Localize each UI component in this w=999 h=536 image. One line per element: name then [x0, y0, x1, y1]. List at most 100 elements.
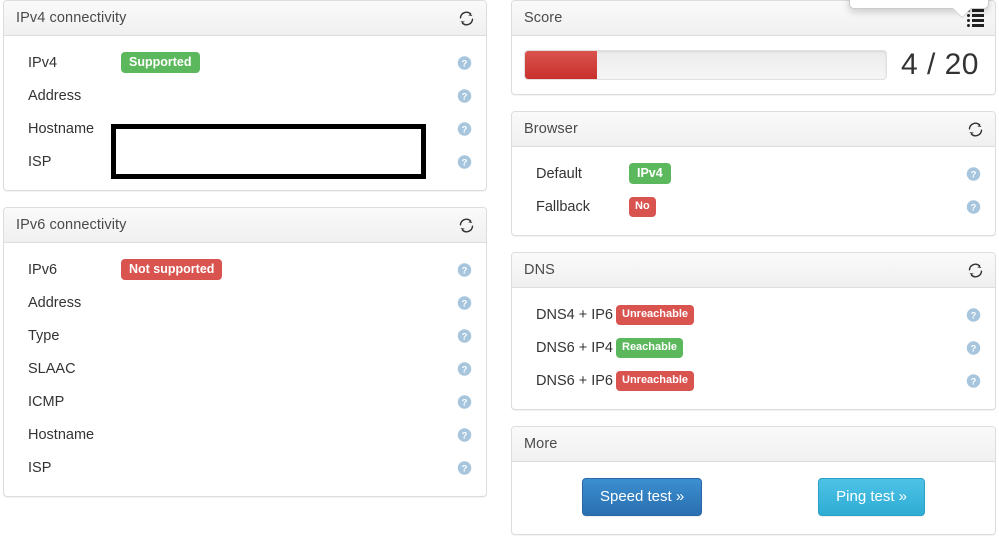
row-value [121, 326, 474, 346]
page-root: IPv4 connectivity IPv4 Supported ? Addre… [0, 0, 999, 536]
row-value [121, 359, 474, 379]
row-ipv6-status: IPv6 Not supported ? [16, 253, 474, 286]
row-label: Fallback [536, 198, 590, 215]
row-value: IPv4 [629, 162, 983, 185]
panel-body-score: 4 / 20 [512, 36, 995, 94]
row-label: ISP [28, 153, 52, 170]
panel-ipv6-connectivity: IPv6 connectivity IPv6 Not supported ? A… [3, 207, 487, 497]
row-value [121, 392, 474, 412]
help-circle-icon[interactable]: ? [457, 88, 472, 103]
help-circle-icon[interactable]: ? [966, 199, 981, 214]
details-popover [849, 0, 989, 17]
help-circle-icon[interactable]: ? [966, 307, 981, 322]
row-label: ICMP [28, 393, 65, 410]
row-label: IPv6 [28, 261, 58, 278]
svg-text:?: ? [462, 157, 468, 167]
score-value-text: 4 / 20 [900, 48, 979, 81]
row-ipv6-icmp: ICMP ? [16, 385, 474, 418]
row-label: Address [28, 87, 82, 104]
status-badge: Not supported [121, 258, 223, 281]
svg-text:?: ? [971, 343, 977, 353]
refresh-icon[interactable] [456, 215, 476, 235]
help-circle-icon[interactable]: ? [457, 262, 472, 277]
row-value [121, 293, 474, 313]
help-circle-icon[interactable]: ? [457, 328, 472, 343]
panel-title-more: More [524, 436, 558, 452]
help-circle-icon[interactable]: ? [966, 166, 981, 181]
panel-title-ipv4: IPv4 connectivity [16, 10, 127, 26]
status-badge: Supported [121, 51, 200, 74]
refresh-icon[interactable] [965, 260, 985, 280]
refresh-icon[interactable] [456, 8, 476, 28]
panel-more: More Speed test » Ping test » [511, 426, 996, 535]
svg-text:?: ? [971, 202, 977, 212]
status-badge: IPv4 [629, 162, 671, 185]
row-browser-fallback: Fallback No ? [524, 190, 983, 223]
status-badge: Unreachable [616, 370, 695, 391]
panel-header-dns: DNS [512, 253, 995, 288]
row-label: DNS4 + IP6 [536, 306, 613, 323]
row-ipv6-hostname: Hostname ? [16, 418, 474, 451]
score-progress-fill [525, 51, 598, 79]
row-ipv6-type: Type ? [16, 319, 474, 352]
status-badge: Reachable [616, 337, 684, 358]
row-value [121, 86, 474, 106]
row-ipv6-address: Address ? [16, 286, 474, 319]
row-label: SLAAC [28, 360, 76, 377]
row-value [121, 458, 474, 478]
row-dns6-ip4: DNS6 + IP4 Reachable ? [524, 331, 983, 364]
help-circle-icon[interactable]: ? [457, 295, 472, 310]
help-circle-icon[interactable]: ? [966, 340, 981, 355]
help-circle-icon[interactable]: ? [457, 121, 472, 136]
svg-text:?: ? [462, 397, 468, 407]
help-circle-icon[interactable]: ? [457, 55, 472, 70]
svg-text:?: ? [462, 364, 468, 374]
svg-text:?: ? [971, 169, 977, 179]
svg-text:?: ? [462, 58, 468, 68]
help-circle-icon[interactable]: ? [457, 460, 472, 475]
svg-text:?: ? [462, 430, 468, 440]
svg-text:?: ? [462, 298, 468, 308]
row-label: Address [28, 294, 82, 311]
row-label: Default [536, 165, 582, 182]
row-ipv6-isp: ISP ? [16, 451, 474, 484]
svg-text:?: ? [462, 124, 468, 134]
panel-title-score: Score [524, 10, 563, 26]
svg-text:?: ? [462, 463, 468, 473]
row-ipv4-status: IPv4 Supported ? [16, 46, 474, 79]
row-label: Hostname [28, 120, 95, 137]
panel-header-ipv6: IPv6 connectivity [4, 208, 486, 243]
help-circle-icon[interactable]: ? [966, 373, 981, 388]
panel-title-ipv6: IPv6 connectivity [16, 217, 127, 233]
row-value: Not supported [121, 258, 474, 281]
row-value [121, 425, 474, 445]
help-circle-icon[interactable]: ? [457, 427, 472, 442]
help-circle-icon[interactable]: ? [457, 154, 472, 169]
panel-body-browser: Default IPv4 ? Fallback No ? [512, 147, 995, 235]
svg-text:?: ? [462, 265, 468, 275]
row-browser-default: Default IPv4 ? [524, 157, 983, 190]
help-circle-icon[interactable]: ? [457, 394, 472, 409]
panel-header-ipv4: IPv4 connectivity [4, 1, 486, 36]
speed-test-button[interactable]: Speed test » [581, 478, 703, 516]
redaction-box [111, 124, 426, 179]
ping-test-button[interactable]: Ping test » [818, 478, 926, 516]
panel-body-ipv4: IPv4 Supported ? Address ? Hostname ? IS… [4, 36, 486, 190]
help-circle-icon[interactable]: ? [457, 361, 472, 376]
svg-text:?: ? [462, 331, 468, 341]
score-progress-bar [524, 50, 887, 80]
row-ipv4-address: Address ? [16, 79, 474, 112]
panel-browser: Browser Default IPv4 ? Fallback No ? [511, 111, 996, 236]
row-dns6-ip6: DNS6 + IP6 Unreachable ? [524, 364, 983, 397]
svg-text:?: ? [462, 91, 468, 101]
row-value: Unreachable [616, 370, 983, 391]
panel-score: Score 4 / 20 [511, 0, 996, 95]
left-column: IPv4 connectivity IPv4 Supported ? Addre… [3, 0, 487, 513]
panel-title-browser: Browser [524, 121, 578, 137]
row-label: Type [28, 327, 60, 344]
refresh-icon[interactable] [965, 119, 985, 139]
svg-text:?: ? [971, 310, 977, 320]
panel-header-more: More [512, 427, 995, 462]
right-column: Score 4 / 20 Browser Default IPv4 ? Fall… [511, 0, 996, 536]
panel-ipv4-connectivity: IPv4 connectivity IPv4 Supported ? Addre… [3, 0, 487, 191]
